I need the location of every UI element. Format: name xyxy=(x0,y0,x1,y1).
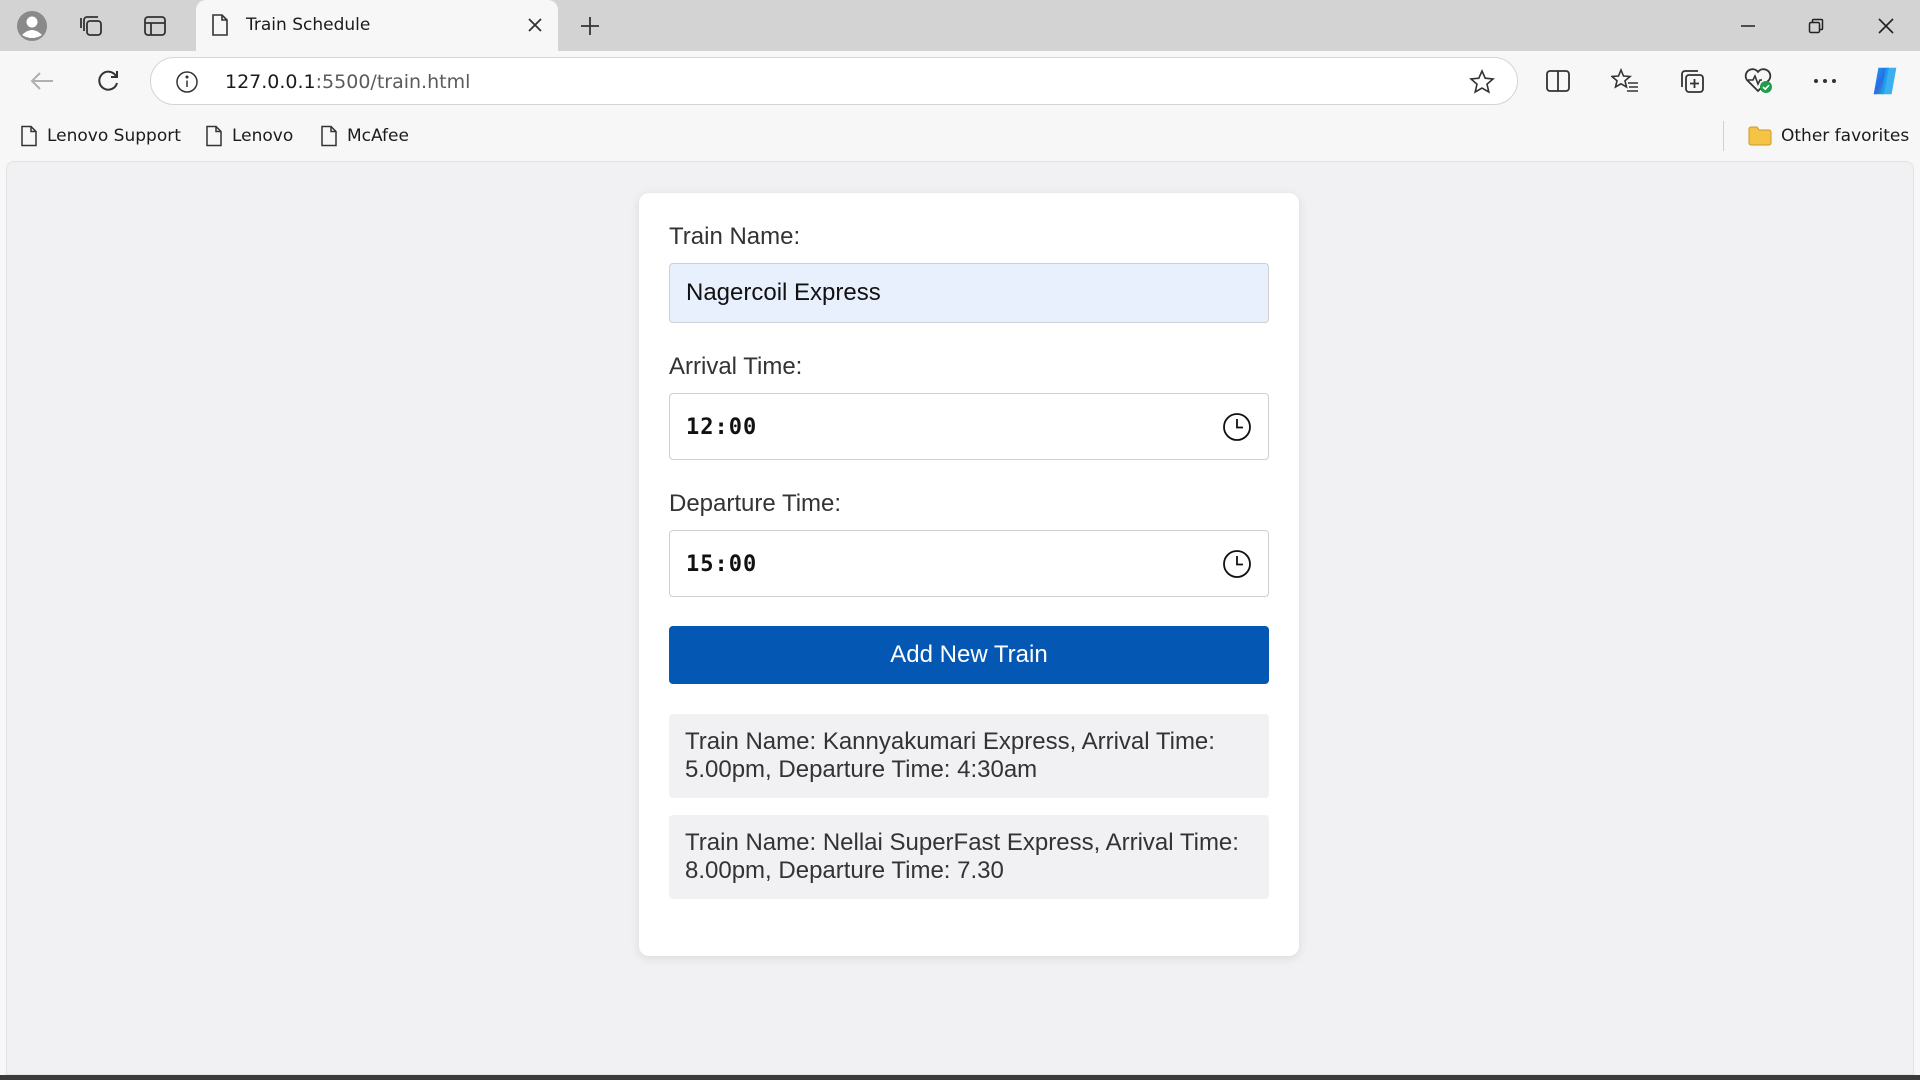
favorites-list-icon[interactable] xyxy=(1608,64,1642,98)
clock-icon[interactable] xyxy=(1222,549,1252,584)
more-options-icon[interactable] xyxy=(1808,64,1842,98)
arrival-time-input[interactable]: 12:00 xyxy=(669,393,1269,460)
departure-time-label: Departure Time: xyxy=(669,490,842,517)
folder-icon xyxy=(1748,126,1772,146)
add-new-train-button[interactable]: Add New Train xyxy=(669,626,1269,684)
minimize-button[interactable] xyxy=(1714,0,1782,51)
departure-time-input[interactable]: 15:00 xyxy=(669,530,1269,597)
workspaces-icon[interactable] xyxy=(76,10,108,42)
browser-title-bar: Train Schedule xyxy=(0,0,1920,51)
close-tab-icon[interactable] xyxy=(522,12,548,38)
address-bar[interactable]: 127.0.0.1:5500/train.html xyxy=(150,57,1518,105)
train-entry-line: 8.00pm, Departure Time: 7.30 xyxy=(685,857,1004,884)
page-viewport: Train Name: Nagercoil Express Arrival Ti… xyxy=(6,161,1914,1075)
page-icon xyxy=(206,125,222,147)
restore-button[interactable] xyxy=(1782,0,1850,51)
favorite-lenovo-support[interactable]: Lenovo Support xyxy=(20,123,181,149)
refresh-icon[interactable] xyxy=(91,64,125,98)
clock-icon[interactable] xyxy=(1222,412,1252,447)
other-favorites-label: Other favorites xyxy=(1781,126,1910,146)
favorite-label: McAfee xyxy=(347,126,409,146)
favorite-label: Lenovo Support xyxy=(47,126,181,146)
copilot-icon[interactable] xyxy=(1868,64,1902,98)
arrival-time-value: 12:00 xyxy=(686,415,758,440)
vertical-tabs-icon[interactable] xyxy=(139,10,171,42)
train-name-input[interactable]: Nagercoil Express xyxy=(669,263,1269,323)
train-list-item: Train Name: Kannyakumari Express, Arriva… xyxy=(669,714,1269,798)
train-entry-line: Train Name: Kannyakumari Express, Arriva… xyxy=(685,728,1215,755)
favorite-star-icon[interactable] xyxy=(1469,69,1495,100)
page-icon xyxy=(321,125,337,147)
train-entry-line: 5.00pm, Departure Time: 4:30am xyxy=(685,756,1038,783)
arrival-time-label: Arrival Time: xyxy=(669,353,803,380)
new-tab-button[interactable] xyxy=(574,10,606,42)
tab-title: Train Schedule xyxy=(246,15,371,35)
favorite-lenovo[interactable]: Lenovo xyxy=(205,123,293,149)
departure-time-value: 15:00 xyxy=(686,552,758,577)
favorite-label: Lenovo xyxy=(232,126,294,146)
other-favorites-folder[interactable]: Other favorites xyxy=(1748,123,1909,149)
profile-icon[interactable] xyxy=(16,10,48,42)
train-name-value: Nagercoil Express xyxy=(686,279,881,306)
url-host: 127.0.0.1 xyxy=(225,71,316,93)
site-info-icon[interactable] xyxy=(175,70,199,99)
collections-icon[interactable] xyxy=(1675,64,1709,98)
url-text[interactable]: 127.0.0.1:5500/train.html xyxy=(225,71,470,93)
browser-toolbar: 127.0.0.1:5500/train.html xyxy=(0,51,1920,111)
url-path: :5500/train.html xyxy=(315,71,471,93)
back-arrow-icon[interactable] xyxy=(25,64,59,98)
active-tab[interactable]: Train Schedule xyxy=(196,0,558,51)
favorites-divider xyxy=(1723,121,1724,151)
browser-essentials-icon[interactable] xyxy=(1742,64,1776,98)
favorites-bar: Lenovo Support Lenovo McAfee Other favor… xyxy=(0,111,1920,161)
taskbar-edge xyxy=(0,1075,1920,1080)
page-icon xyxy=(21,125,37,147)
split-screen-icon[interactable] xyxy=(1541,64,1575,98)
train-form-card: Train Name: Nagercoil Express Arrival Ti… xyxy=(639,193,1299,956)
close-window-button[interactable] xyxy=(1852,0,1920,51)
train-name-label: Train Name: xyxy=(669,223,801,250)
favorite-mcafee[interactable]: McAfee xyxy=(320,123,409,149)
train-list-item: Train Name: Nellai SuperFast Express, Ar… xyxy=(669,815,1269,899)
page-icon xyxy=(210,13,230,42)
train-entry-line: Train Name: Nellai SuperFast Express, Ar… xyxy=(685,829,1239,856)
